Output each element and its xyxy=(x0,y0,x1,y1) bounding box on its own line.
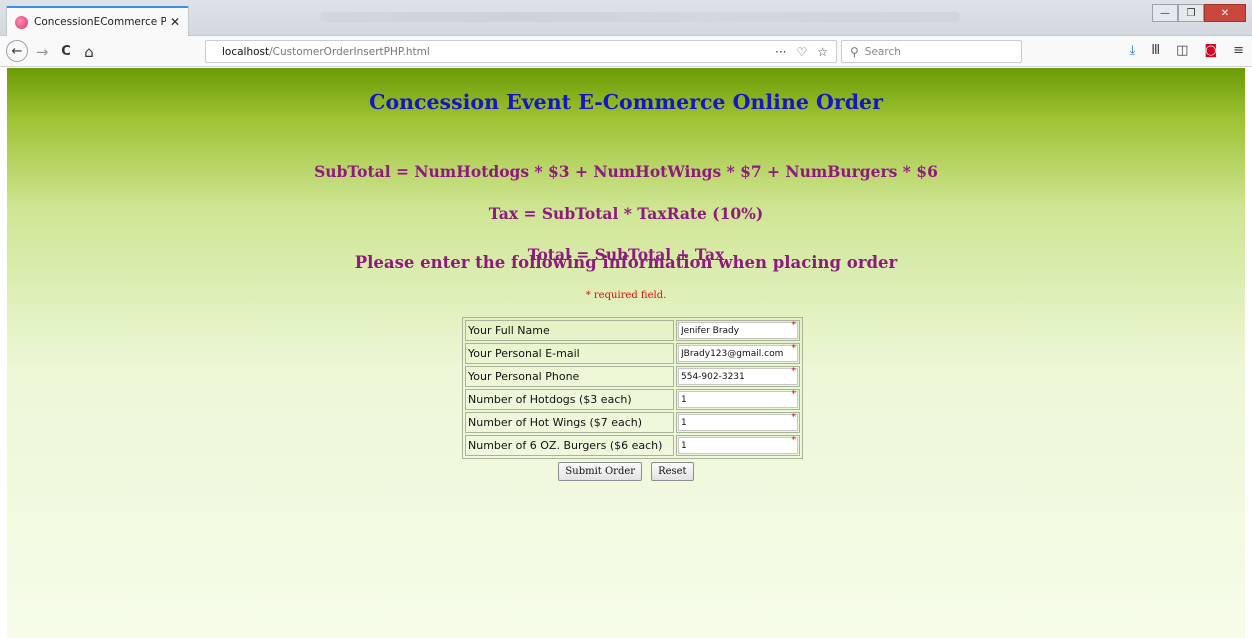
search-icon: ⚲ xyxy=(850,44,859,59)
url-bar[interactable]: localhost/CustomerOrderInsertPHP.html ··… xyxy=(205,40,837,63)
order-form-table: Your Full Name * Your Personal E-mail * … xyxy=(462,317,803,459)
required-marker: * xyxy=(791,367,797,377)
search-placeholder: Search xyxy=(864,45,901,58)
table-row: Number of Hot Wings ($7 each) * xyxy=(465,412,800,433)
table-row: Number of Hotdogs ($3 each) * xyxy=(465,389,800,410)
browser-titlebar: ConcessionECommerce Project ✕ — ❐ ✕ xyxy=(0,0,1252,36)
tax-formula: Tax = SubTotal * TaxRate (10%) xyxy=(488,204,764,223)
library-icon[interactable]: Ⅲ xyxy=(1151,43,1160,58)
forward-button[interactable]: → xyxy=(33,41,51,62)
table-row: Your Personal Phone * xyxy=(465,366,800,387)
hot-wings-label: Number of Hot Wings ($7 each) xyxy=(465,412,674,433)
minimize-button[interactable]: — xyxy=(1152,4,1178,22)
page-title: Concession Event E-Commerce Online Order xyxy=(369,90,883,114)
email-cell: * xyxy=(676,343,800,364)
required-marker: * xyxy=(791,436,797,446)
browser-tab[interactable]: ConcessionECommerce Project ✕ xyxy=(6,6,189,36)
hotdogs-quantity-field[interactable] xyxy=(678,391,798,408)
table-row: Number of 6 OZ. Burgers ($6 each) * xyxy=(465,435,800,456)
table-row: Your Personal E-mail * xyxy=(465,343,800,364)
toolbar-icons: ⤓ Ⅲ ◫ ◙ ≡ xyxy=(1129,43,1244,58)
browser-navbar: ← → C ⌂ localhost/CustomerOrderInsertPHP… xyxy=(0,36,1252,67)
required-marker: * xyxy=(791,321,797,331)
hot-wings-quantity-field[interactable] xyxy=(678,414,798,431)
search-input[interactable]: ⚲ Search xyxy=(841,40,1022,63)
order-instructions: Please enter the following information w… xyxy=(354,253,898,272)
table-row: Your Full Name * xyxy=(465,320,800,341)
url-host: localhost xyxy=(222,45,270,58)
submit-order-button[interactable]: Submit Order xyxy=(558,462,643,481)
tab-title: ConcessionECommerce Project xyxy=(34,16,166,28)
phone-cell: * xyxy=(676,366,800,387)
url-actions: ··· ♡ ☆ xyxy=(775,45,828,59)
full-name-label: Your Full Name xyxy=(465,320,674,341)
burgers-quantity-field[interactable] xyxy=(678,437,798,454)
pocket-icon[interactable]: ◙ xyxy=(1204,43,1217,58)
sidebar-icon[interactable]: ◫ xyxy=(1176,43,1188,58)
tab-close-icon[interactable]: ✕ xyxy=(170,15,180,29)
email-field[interactable] xyxy=(678,345,798,362)
burgers-cell: * xyxy=(676,435,800,456)
back-button[interactable]: ← xyxy=(6,40,28,62)
hotdogs-cell: * xyxy=(676,389,800,410)
phone-field[interactable] xyxy=(678,368,798,385)
required-field-note: * required field. xyxy=(585,290,667,301)
required-marker: * xyxy=(791,413,797,423)
favicon-icon xyxy=(15,15,28,29)
bookmark-star-icon[interactable]: ☆ xyxy=(817,45,828,59)
subtotal-formula: SubTotal = NumHotdogs * $3 + NumHotWings… xyxy=(314,162,938,181)
reset-button[interactable]: Reset xyxy=(651,462,694,481)
url-path: /CustomerOrderInsertPHP.html xyxy=(269,45,430,58)
full-name-cell: * xyxy=(676,320,800,341)
phone-label: Your Personal Phone xyxy=(465,366,674,387)
window-controls: — ❐ ✕ xyxy=(1152,4,1246,22)
menu-icon[interactable]: ≡ xyxy=(1233,43,1244,58)
maximize-button[interactable]: ❐ xyxy=(1178,4,1204,22)
pocket-small-icon[interactable]: ♡ xyxy=(796,45,807,59)
required-marker: * xyxy=(791,344,797,354)
burgers-label: Number of 6 OZ. Burgers ($6 each) xyxy=(465,435,674,456)
blurred-tab-strip xyxy=(320,12,960,22)
reload-button[interactable]: C xyxy=(57,41,75,62)
download-icon[interactable]: ⤓ xyxy=(1129,43,1135,58)
email-label: Your Personal E-mail xyxy=(465,343,674,364)
home-button[interactable]: ⌂ xyxy=(80,41,98,62)
page-actions-icon[interactable]: ··· xyxy=(775,45,786,59)
close-window-button[interactable]: ✕ xyxy=(1204,4,1246,22)
hotdogs-label: Number of Hotdogs ($3 each) xyxy=(465,389,674,410)
page-viewport: Concession Event E-Commerce Online Order… xyxy=(7,68,1245,638)
full-name-field[interactable] xyxy=(678,322,798,339)
form-buttons: Submit Order Reset xyxy=(7,462,1245,481)
required-marker: * xyxy=(791,390,797,400)
hot-wings-cell: * xyxy=(676,412,800,433)
